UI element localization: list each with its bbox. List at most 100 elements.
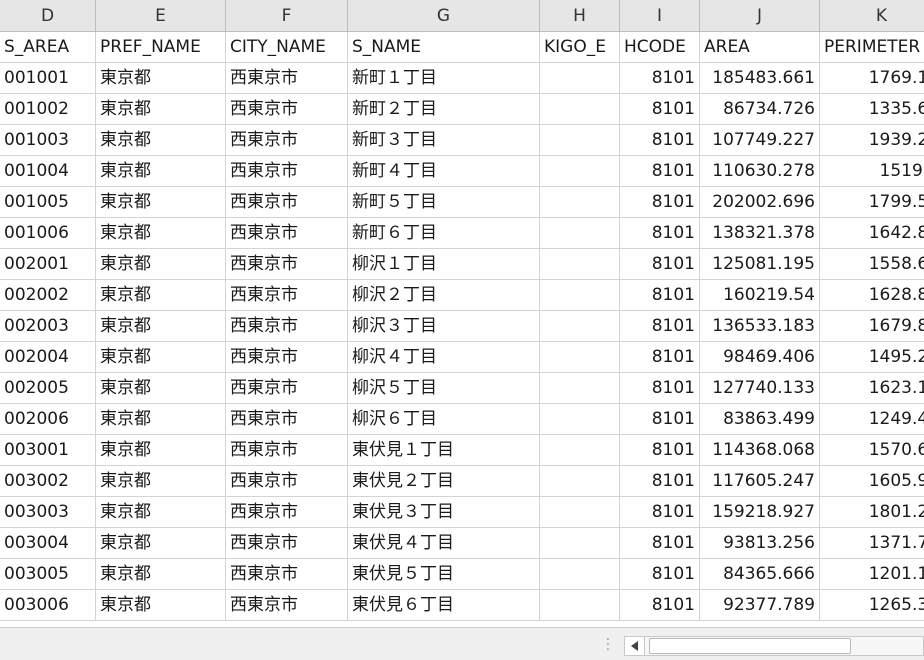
cell-perimeter[interactable]: 1623.15 <box>820 373 924 404</box>
cell-hcode[interactable]: 8101 <box>620 590 700 621</box>
cell-hcode[interactable]: 8101 <box>620 435 700 466</box>
cell-perimeter[interactable]: 1679.89 <box>820 311 924 342</box>
column-header-d[interactable]: D <box>0 0 96 32</box>
cell-s_name[interactable]: 柳沢４丁目 <box>348 342 540 373</box>
cell-city[interactable]: 西東京市 <box>226 63 348 94</box>
cell-pref[interactable]: 東京都 <box>96 373 226 404</box>
cell-kigo_e[interactable] <box>540 249 620 280</box>
cell-s_area[interactable]: 003005 <box>0 559 96 590</box>
cell-kigo_e[interactable] <box>540 528 620 559</box>
cell-s_name[interactable]: 新町３丁目 <box>348 125 540 156</box>
cell-s_area[interactable]: 003006 <box>0 590 96 621</box>
cell-pref[interactable]: 東京都 <box>96 435 226 466</box>
cell-pref[interactable]: 東京都 <box>96 311 226 342</box>
cell-pref[interactable]: 東京都 <box>96 590 226 621</box>
cell-city[interactable]: 西東京市 <box>226 280 348 311</box>
cell-city[interactable]: 西東京市 <box>226 466 348 497</box>
cell-hcode[interactable]: 8101 <box>620 280 700 311</box>
cell-perimeter[interactable]: 1769.19 <box>820 63 924 94</box>
cell-perimeter[interactable]: 1570.67 <box>820 435 924 466</box>
cell-hcode[interactable]: 8101 <box>620 404 700 435</box>
cell-hcode[interactable]: 8101 <box>620 559 700 590</box>
cell-kigo_e[interactable] <box>540 94 620 125</box>
cell-s_name[interactable]: 東伏見４丁目 <box>348 528 540 559</box>
cell-s_area[interactable]: 002006 <box>0 404 96 435</box>
cell-perimeter[interactable]: 1605.95 <box>820 466 924 497</box>
cell-perimeter[interactable]: 1335.69 <box>820 94 924 125</box>
cell-s_area[interactable]: 001001 <box>0 63 96 94</box>
cell-city[interactable]: 西東京市 <box>226 125 348 156</box>
cell-pref[interactable]: 東京都 <box>96 466 226 497</box>
cell-s_name[interactable]: 新町１丁目 <box>348 63 540 94</box>
cell-kigo_e[interactable] <box>540 435 620 466</box>
cell-pref[interactable]: 東京都 <box>96 280 226 311</box>
cell-pref[interactable]: 東京都 <box>96 125 226 156</box>
cell-hcode[interactable]: 8101 <box>620 218 700 249</box>
cell-s_name[interactable]: 柳沢３丁目 <box>348 311 540 342</box>
cell-s_area[interactable]: 001006 <box>0 218 96 249</box>
cell-s_name[interactable]: 新町２丁目 <box>348 94 540 125</box>
scrollbar-thumb[interactable] <box>649 638 851 654</box>
cell-hcode[interactable]: 8101 <box>620 63 700 94</box>
cell-s_name[interactable]: 東伏見３丁目 <box>348 497 540 528</box>
cell-hcode[interactable]: 8101 <box>620 466 700 497</box>
cell-kigo_e[interactable] <box>540 156 620 187</box>
cell-hcode[interactable]: 8101 <box>620 156 700 187</box>
cell-s_area[interactable]: 003002 <box>0 466 96 497</box>
cell-city[interactable]: 西東京市 <box>226 590 348 621</box>
cell-area[interactable]: 125081.195 <box>700 249 820 280</box>
cell-city[interactable]: 西東京市 <box>226 342 348 373</box>
cell-area[interactable]: 83863.499 <box>700 404 820 435</box>
cell-kigo_e[interactable]: KIGO_E <box>540 32 620 63</box>
cell-area[interactable]: 127740.133 <box>700 373 820 404</box>
cell-perimeter[interactable]: 1519.9 <box>820 156 924 187</box>
cell-pref[interactable]: 東京都 <box>96 528 226 559</box>
cell-s_name[interactable]: 新町６丁目 <box>348 218 540 249</box>
column-header-i[interactable]: I <box>620 0 700 32</box>
cell-hcode[interactable]: 8101 <box>620 125 700 156</box>
cell-city[interactable]: 西東京市 <box>226 373 348 404</box>
cell-s_area[interactable]: 002003 <box>0 311 96 342</box>
cell-s_area[interactable]: 001002 <box>0 94 96 125</box>
column-header-j[interactable]: J <box>700 0 820 32</box>
cell-s_name[interactable]: 柳沢６丁目 <box>348 404 540 435</box>
cell-city[interactable]: 西東京市 <box>226 528 348 559</box>
cell-city[interactable]: 西東京市 <box>226 497 348 528</box>
cell-area[interactable]: 138321.378 <box>700 218 820 249</box>
cell-area[interactable]: 185483.661 <box>700 63 820 94</box>
column-header-e[interactable]: E <box>96 0 226 32</box>
cell-area[interactable]: 107749.227 <box>700 125 820 156</box>
cell-area[interactable]: 98469.406 <box>700 342 820 373</box>
cell-perimeter[interactable]: 1558.63 <box>820 249 924 280</box>
cell-hcode[interactable]: 8101 <box>620 373 700 404</box>
cell-city[interactable]: 西東京市 <box>226 187 348 218</box>
cell-pref[interactable]: PREF_NAME <box>96 32 226 63</box>
cell-s_area[interactable]: 002005 <box>0 373 96 404</box>
cell-s_area[interactable]: 001004 <box>0 156 96 187</box>
cell-area[interactable]: 202002.696 <box>700 187 820 218</box>
cell-s_area[interactable]: 002004 <box>0 342 96 373</box>
cell-pref[interactable]: 東京都 <box>96 94 226 125</box>
cell-perimeter[interactable]: 1249.44 <box>820 404 924 435</box>
cell-city[interactable]: 西東京市 <box>226 94 348 125</box>
cell-pref[interactable]: 東京都 <box>96 404 226 435</box>
cell-kigo_e[interactable] <box>540 187 620 218</box>
cell-s_area[interactable]: 002002 <box>0 280 96 311</box>
vertical-dots-icon[interactable]: · · · <box>603 634 613 657</box>
cell-s_name[interactable]: 柳沢５丁目 <box>348 373 540 404</box>
cell-area[interactable]: AREA <box>700 32 820 63</box>
cell-pref[interactable]: 東京都 <box>96 342 226 373</box>
cell-hcode[interactable]: 8101 <box>620 94 700 125</box>
scroll-left-button[interactable] <box>625 637 645 655</box>
cell-kigo_e[interactable] <box>540 311 620 342</box>
cell-pref[interactable]: 東京都 <box>96 218 226 249</box>
cell-area[interactable]: 136533.183 <box>700 311 820 342</box>
column-header-f[interactable]: F <box>226 0 348 32</box>
column-header-g[interactable]: G <box>348 0 540 32</box>
cell-s_name[interactable]: 柳沢２丁目 <box>348 280 540 311</box>
cell-kigo_e[interactable] <box>540 559 620 590</box>
cell-city[interactable]: 西東京市 <box>226 249 348 280</box>
horizontal-scrollbar[interactable] <box>624 636 924 656</box>
cell-s_area[interactable]: 001003 <box>0 125 96 156</box>
cell-city[interactable]: CITY_NAME <box>226 32 348 63</box>
